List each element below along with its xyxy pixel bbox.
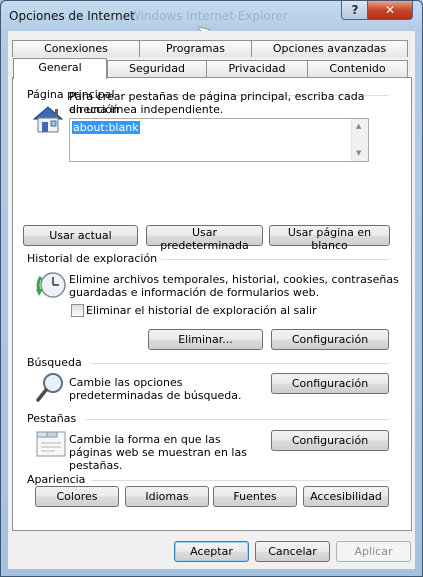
use-blank-button[interactable]: Usar página en blanco	[269, 225, 390, 252]
delete-history-on-exit-label[interactable]: Eliminar el historial de exploración al …	[86, 304, 317, 317]
tab-programas[interactable]: Programas	[139, 40, 252, 57]
tabs-description-line3: pestañas.	[69, 459, 123, 472]
tab-seguridad[interactable]: Seguridad	[107, 60, 207, 77]
tab-general[interactable]: General	[13, 58, 107, 79]
search-divider	[91, 363, 389, 364]
history-group-label: Historial de exploración	[27, 252, 158, 265]
search-description-line2: predeterminadas de búsqueda.	[69, 389, 242, 402]
appearance-group-label: Apariencia	[27, 473, 86, 486]
scroll-down-icon[interactable]: ▼	[356, 149, 361, 157]
search-settings-button[interactable]: Configuración	[271, 373, 389, 394]
close-button[interactable]: ✕	[367, 1, 413, 20]
accessibility-button[interactable]: Accesibilidad	[303, 486, 389, 507]
general-tab-panel: Página principal Para crear pestañas de …	[12, 77, 412, 531]
window-title: Opciones de Internet	[9, 9, 135, 23]
history-settings-button[interactable]: Configuración	[271, 329, 389, 350]
home-page-input[interactable]: about:blank ▲ ▼	[69, 118, 369, 162]
help-icon: ?	[351, 3, 359, 17]
tab-conexiones[interactable]: Conexiones	[12, 40, 140, 57]
tab-opciones-avanzadas[interactable]: Opciones avanzadas	[251, 40, 408, 57]
delete-history-button[interactable]: Eliminar...	[148, 329, 263, 350]
search-description-line1: Cambie las opciones	[69, 376, 183, 389]
appearance-divider	[91, 480, 389, 481]
history-divider	[161, 259, 389, 260]
search-group-label: Búsqueda	[27, 356, 82, 369]
dialog-client-area: Conexiones Programas Opciones avanzadas …	[8, 31, 415, 569]
tabs-group-label: Pestañas	[27, 412, 77, 425]
magnifier-icon	[36, 373, 63, 402]
help-button[interactable]: ?	[341, 1, 369, 20]
history-description-line1: Elimine archivos temporales, historial, …	[69, 273, 399, 286]
scroll-up-icon[interactable]: ▲	[356, 122, 361, 130]
home-page-scrollbar[interactable]: ▲ ▼	[351, 119, 368, 161]
tabs-description-line2: páginas web se muestran en las	[69, 446, 247, 459]
apply-button[interactable]: Aplicar	[336, 541, 411, 562]
history-description-line2: guardadas e información de formularios w…	[69, 286, 320, 299]
tab-privacidad[interactable]: Privacidad	[206, 60, 308, 77]
house-icon	[32, 106, 64, 133]
tabbed-browsing-icon	[36, 431, 66, 457]
cancel-button[interactable]: Cancelar	[255, 541, 330, 562]
tabs-settings-button[interactable]: Configuración	[271, 430, 389, 451]
use-current-button[interactable]: Usar actual	[23, 225, 138, 246]
tabs-description-line1: Cambie la forma en que las	[69, 433, 221, 446]
ok-button[interactable]: Aceptar	[174, 541, 249, 562]
fonts-button[interactable]: Fuentes	[213, 486, 297, 507]
home-page-value: about:blank	[72, 121, 140, 134]
title-bar[interactable]: Opciones de Internet Windows Internet Ex…	[1, 1, 422, 31]
colors-button[interactable]: Colores	[35, 486, 119, 507]
tab-contenido[interactable]: Contenido	[307, 60, 408, 77]
delete-history-on-exit-checkbox[interactable]	[71, 304, 84, 317]
use-default-button[interactable]: Usar predeterminada	[146, 225, 263, 252]
history-clock-icon	[36, 272, 66, 298]
languages-button[interactable]: Idiomas	[125, 486, 209, 507]
home-page-description-line2: en una línea independiente.	[69, 103, 224, 116]
close-icon: ✕	[384, 3, 396, 17]
internet-options-window: Opciones de Internet Windows Internet Ex…	[0, 0, 423, 577]
tabs-divider	[85, 419, 389, 420]
